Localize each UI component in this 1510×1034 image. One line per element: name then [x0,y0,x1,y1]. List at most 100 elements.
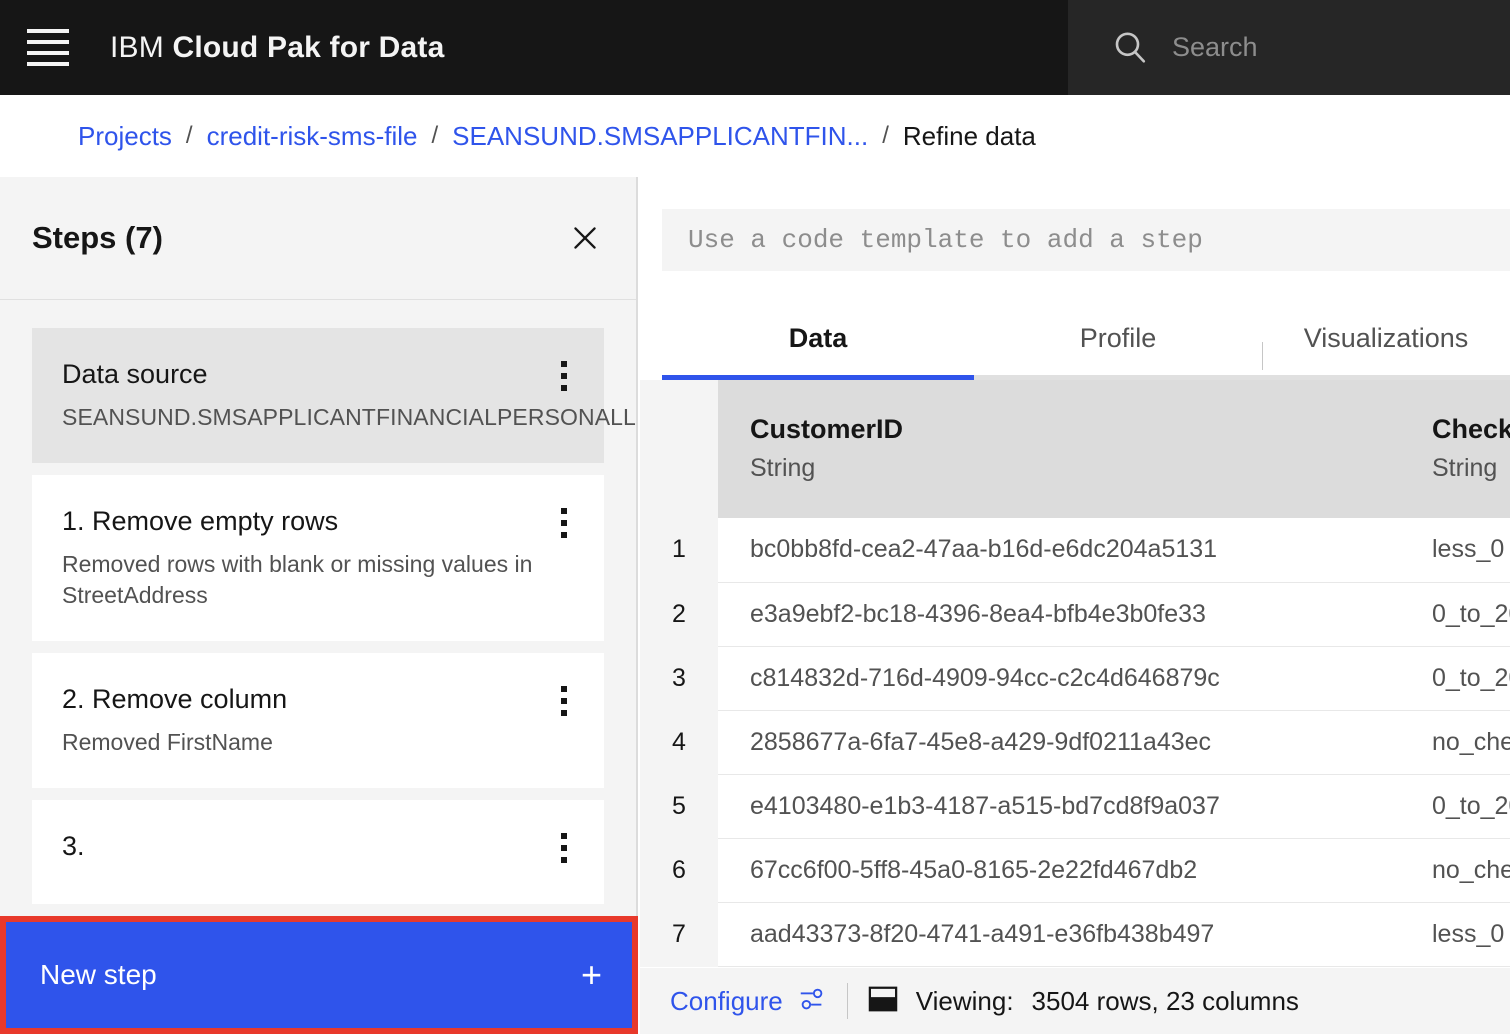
overflow-menu-vertical-icon[interactable] [550,356,578,396]
kebab-dot [561,373,567,379]
tab-label: Profile [1079,323,1157,353]
kebab-dot [561,532,567,539]
cell-checkingstatus[interactable]: 0_to_200 [1400,774,1510,839]
step-description: Removed rows with blank or missing value… [62,550,533,609]
column-type: String [750,453,816,482]
settings-adjust-icon [797,984,827,1019]
row-number: 6 [640,838,718,903]
step-card-2[interactable]: 2. Remove column Removed FirstName [32,653,604,789]
new-step-button[interactable]: New step + [0,916,638,1034]
step-card-3[interactable]: 3. [32,800,604,905]
table-row[interactable]: 1 bc0bb8fd-cea2-47aa-b16d-e6dc204a5131 l… [640,518,1510,583]
app-header: IBM Cloud Pak for Data [0,0,1510,95]
main-pane: Use a code template to add a step Data P… [640,177,1510,1034]
breadcrumb-item-projects[interactable]: Projects [78,121,172,152]
cell-customerid[interactable]: aad43373-8f20-4741-a491-e36fb438b497 [718,902,1400,967]
cell-customerid[interactable]: bc0bb8fd-cea2-47aa-b16d-e6dc204a5131 [718,518,1400,583]
cell-customerid[interactable]: e4103480-e1b3-4187-a515-bd7cd8f9a037 [718,774,1400,839]
hamburger-line [26,40,69,44]
breadcrumb-item-current: Refine data [902,120,1036,151]
step-title: 3. [62,831,85,862]
hamburger-line [26,29,69,33]
kebab-dot [561,833,567,840]
plus-icon: + [580,954,602,995]
step-title: 1. Remove empty rows [62,506,339,537]
table-row[interactable]: 4 2858677a-6fa7-45e8-a429-9df0211a43ec n… [640,710,1510,775]
content-tabs: Data Profile Visualizations [662,302,1510,380]
step-title: 2. Remove column [62,684,288,715]
brand-prefix: IBM [110,30,164,64]
global-search[interactable] [1068,0,1510,95]
tab-visualizations[interactable]: Visualizations [1262,302,1510,380]
cell-checkingstatus[interactable]: less_0 [1400,518,1510,583]
refine-data-page: IBM Cloud Pak for Data Projects / credit… [0,0,1510,1034]
brand-name: Cloud Pak for Data [172,30,445,64]
table-row[interactable]: 6 67cc6f00-5ff8-45a0-8165-2e22fd467db2 n… [640,838,1510,903]
hamburger-line [26,62,69,66]
cell-checkingstatus[interactable]: no_checking [1400,710,1510,775]
data-table-container[interactable]: CustomerID String CheckingStatus String … [640,380,1510,968]
column-name: CheckingStatus [1432,414,1510,445]
table-row[interactable]: 5 e4103480-e1b3-4187-a515-bd7cd8f9a037 0… [640,774,1510,839]
overflow-menu-vertical-icon[interactable] [550,828,578,868]
brand-title[interactable]: IBM Cloud Pak for Data [110,31,444,65]
step-title: Data source [62,359,208,389]
column-header-customerid[interactable]: CustomerID String [718,380,1400,518]
table-header-row: CustomerID String CheckingStatus String [640,380,1510,518]
column-header-checkingstatus[interactable]: CheckingStatus String [1400,380,1510,518]
overflow-menu-vertical-icon[interactable] [550,503,578,543]
viewing-info: Viewing: 3504 rows, 23 columns [868,984,1299,1019]
tab-profile[interactable]: Profile [974,302,1262,380]
kebab-dot [561,520,567,527]
step-card-1[interactable]: 1. Remove empty rows Removed rows with b… [32,475,604,642]
new-step-label: New step [40,959,157,990]
kebab-dot [561,845,567,852]
column-type: String [1432,453,1498,482]
cell-checkingstatus[interactable]: 0_to_200 [1400,646,1510,711]
cell-customerid[interactable]: 2858677a-6fa7-45e8-a429-9df0211a43ec [718,710,1400,775]
step-description: Removed FirstName [62,729,273,756]
row-number: 2 [640,582,718,647]
cell-customerid[interactable]: e3a9ebf2-bc18-4396-8ea4-bfb4e3b0fe33 [718,582,1400,647]
close-icon[interactable] [562,215,608,261]
table-row[interactable]: 3 c814832d-716d-4909-94cc-c2c4d646879c 0… [640,646,1510,711]
tab-label: Visualizations [1303,323,1469,353]
configure-label: Configure [670,985,783,1016]
code-template-input[interactable]: Use a code template to add a step [662,209,1510,271]
table-header: CustomerID String CheckingStatus String [640,380,1510,518]
breadcrumb-item-project[interactable]: credit-risk-sms-file [207,121,418,152]
kebab-dot [561,385,567,391]
row-number-header [640,380,718,518]
table-row[interactable]: 7 aad43373-8f20-4741-a491-e36fb438b497 l… [640,902,1510,967]
table-row[interactable]: 2 e3a9ebf2-bc18-4396-8ea4-bfb4e3b0fe33 0… [640,582,1510,647]
search-input[interactable] [1172,32,1472,63]
cell-customerid[interactable]: c814832d-716d-4909-94cc-c2c4d646879c [718,646,1400,711]
step-card-data-source[interactable]: Data source SEANSUND.SMSAPPLICANTFINANCI… [32,328,636,464]
hamburger-line [26,51,69,55]
row-number: 7 [640,902,718,967]
kebab-dot [561,361,567,367]
viewing-value: 3504 rows, 23 columns [1031,985,1299,1016]
table-status-bar: Configure Viewing: 3504 rows, 23 columns [640,968,1510,1034]
column-name: CustomerID [750,414,904,445]
kebab-dot [561,698,567,705]
breadcrumb-separator: / [185,122,193,149]
cell-customerid[interactable]: 67cc6f00-5ff8-45a0-8165-2e22fd467db2 [718,838,1400,903]
breadcrumb-separator: / [882,122,889,149]
tab-data[interactable]: Data [662,302,974,380]
cell-checkingstatus[interactable]: no_checking [1400,838,1510,903]
breadcrumb-separator: / [431,122,439,149]
steps-panel-header: Steps (7) [0,177,636,300]
breadcrumb-item-asset[interactable]: SEANSUND.SMSAPPLICANTFIN... [452,121,868,152]
breadcrumb: Projects / credit-risk-sms-file / SEANSU… [0,95,1510,177]
table-body: 1 bc0bb8fd-cea2-47aa-b16d-e6dc204a5131 l… [640,518,1510,967]
hamburger-menu-icon[interactable] [0,0,95,95]
kebab-dot [561,710,567,717]
cell-checkingstatus[interactable]: 0_to_200 [1400,582,1510,647]
tab-label: Data [788,323,848,353]
configure-button[interactable]: Configure [670,984,827,1019]
cell-checkingstatus[interactable]: less_0 [1400,902,1510,967]
step-description: SEANSUND.SMSAPPLICANTFINANCIALPERSONALLO… [62,403,636,430]
overflow-menu-vertical-icon[interactable] [550,681,578,721]
viewing-label: Viewing: [915,985,1014,1016]
